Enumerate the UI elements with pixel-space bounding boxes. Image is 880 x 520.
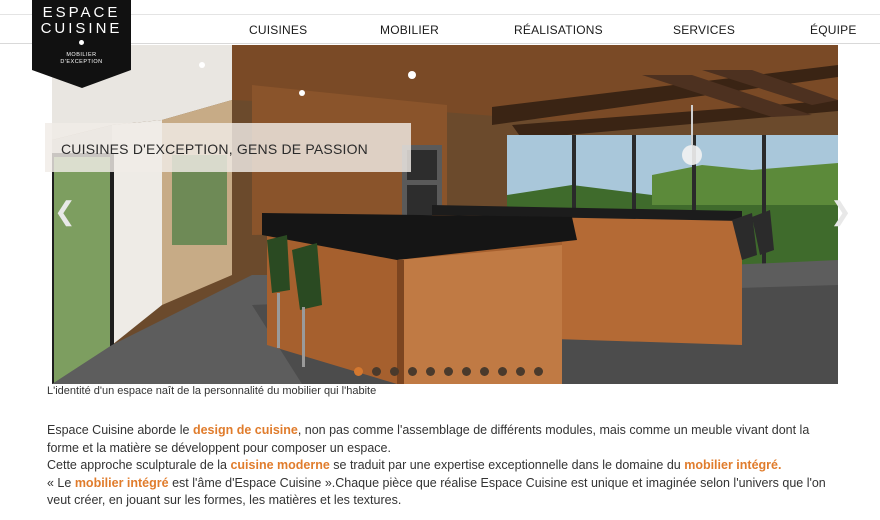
top-strip: [0, 0, 880, 15]
nav-item-realisations[interactable]: RÉALISATIONS: [514, 23, 603, 37]
intro-text-segment: « Le: [47, 475, 75, 490]
link-mobilier-integre-2[interactable]: mobilier intégré: [75, 476, 169, 490]
slider-dot[interactable]: [480, 367, 489, 376]
nav-item-equipe[interactable]: ÉQUIPE: [810, 23, 857, 37]
logo-dot-icon: [79, 40, 84, 45]
chevron-left-icon: ❮: [54, 196, 76, 226]
site-logo[interactable]: ESPACE CUISINE MOBILIER D'EXCEPTION: [32, 0, 131, 88]
slider-caption: CUISINES D'EXCEPTION, GENS DE PASSION: [61, 141, 368, 157]
slider-next-button[interactable]: ❯: [830, 198, 852, 224]
nav-item-cuisines[interactable]: CUISINES: [249, 23, 307, 37]
intro-paragraph-2: Cette approche sculpturale de la cuisine…: [47, 457, 837, 475]
intro-text: Espace Cuisine aborde le design de cuisi…: [47, 422, 837, 510]
main-navigation: [0, 15, 880, 44]
nav-item-services[interactable]: SERVICES: [673, 23, 735, 37]
slider-dot[interactable]: [498, 367, 507, 376]
logo-tagline-mobilier: MOBILIER: [66, 52, 97, 58]
slider-dot[interactable]: [426, 367, 435, 376]
slider-dot[interactable]: [516, 367, 525, 376]
slider-dot[interactable]: [534, 367, 543, 376]
logo-text-espace: ESPACE: [42, 4, 121, 21]
link-design-de-cuisine[interactable]: design de cuisine: [193, 423, 298, 437]
logo-text-cuisine: CUISINE: [40, 20, 123, 37]
slider-dot[interactable]: [372, 367, 381, 376]
nav-item-mobilier[interactable]: MOBILIER: [380, 23, 439, 37]
intro-text-segment: Espace Cuisine aborde le: [47, 423, 193, 437]
intro-text-segment: se traduit par une expertise exceptionne…: [329, 458, 685, 472]
kitchen-photo: [52, 45, 838, 384]
logo-tagline-exception: D'EXCEPTION: [60, 59, 103, 65]
slider-dot[interactable]: [390, 367, 399, 376]
slider-pagination: [354, 367, 543, 376]
photo-caption: L'identité d'un espace naît de la person…: [47, 385, 377, 397]
intro-text-segment: Cette approche sculpturale de la: [47, 458, 231, 472]
chevron-right-icon: ❯: [830, 196, 852, 226]
link-cuisine-moderne[interactable]: cuisine moderne: [230, 458, 329, 472]
slider-dot[interactable]: [408, 367, 417, 376]
slider-dot[interactable]: [462, 367, 471, 376]
slider-dot[interactable]: [444, 367, 453, 376]
link-mobilier-integre[interactable]: mobilier intégré.: [684, 458, 781, 472]
intro-paragraph-1: Espace Cuisine aborde le design de cuisi…: [47, 422, 837, 457]
slider-prev-button[interactable]: ❮: [54, 198, 76, 224]
hero-slider[interactable]: [52, 45, 838, 384]
intro-paragraph-3: « Le mobilier intégré est l'âme d'Espace…: [47, 475, 837, 510]
slider-dot[interactable]: [354, 367, 363, 376]
